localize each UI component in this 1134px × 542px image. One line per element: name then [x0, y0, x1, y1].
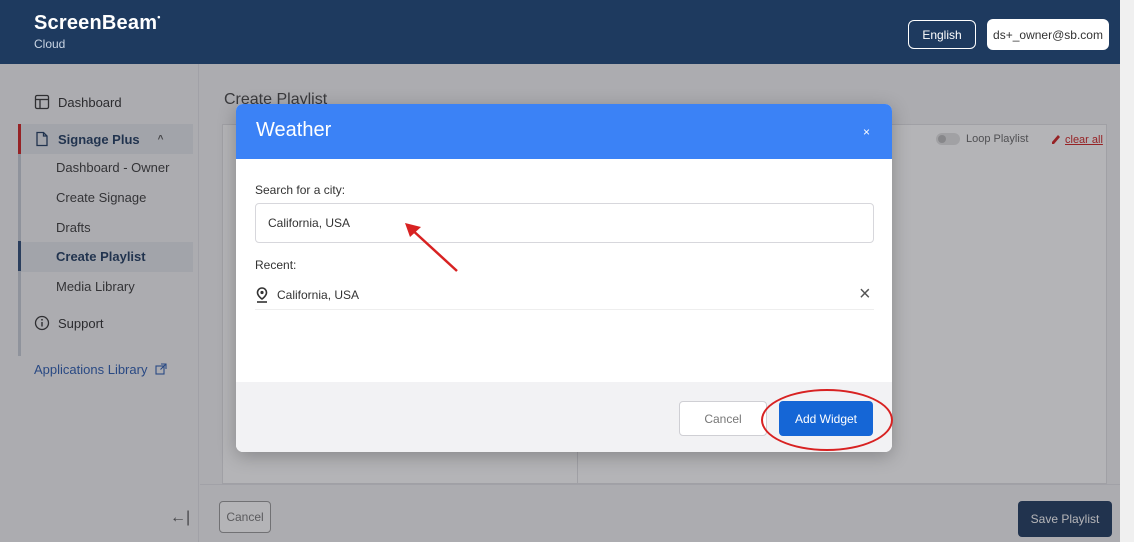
language-button[interactable]: English [908, 20, 976, 49]
dialog-header: Weather × [236, 104, 892, 159]
dialog-title: Weather [256, 119, 332, 141]
arrow-annotation [405, 223, 458, 272]
user-account-button[interactable]: ds+_owner@sb.com [987, 19, 1109, 50]
search-city-label: Search for a city: [255, 183, 346, 197]
page-scrollbar[interactable] [1120, 0, 1134, 542]
city-search-input[interactable] [255, 203, 874, 243]
close-icon[interactable]: × [863, 125, 870, 139]
logo-subtitle: Cloud [34, 37, 66, 51]
app-header: ScreenBeam• Cloud English ds+_owner@sb.c… [0, 0, 1120, 64]
remove-recent-icon[interactable]: × [859, 284, 871, 304]
logo-text: ScreenBeam• [34, 12, 161, 34]
logo[interactable]: ScreenBeam• Cloud [34, 12, 161, 51]
recent-city-item[interactable]: California, USA × [255, 280, 874, 310]
highlight-ellipse-annotation [761, 389, 893, 451]
map-pin-icon [255, 286, 269, 303]
recent-city-label: California, USA [277, 287, 360, 302]
dialog-cancel-button[interactable]: Cancel [679, 401, 767, 436]
recent-label: Recent: [255, 258, 297, 272]
